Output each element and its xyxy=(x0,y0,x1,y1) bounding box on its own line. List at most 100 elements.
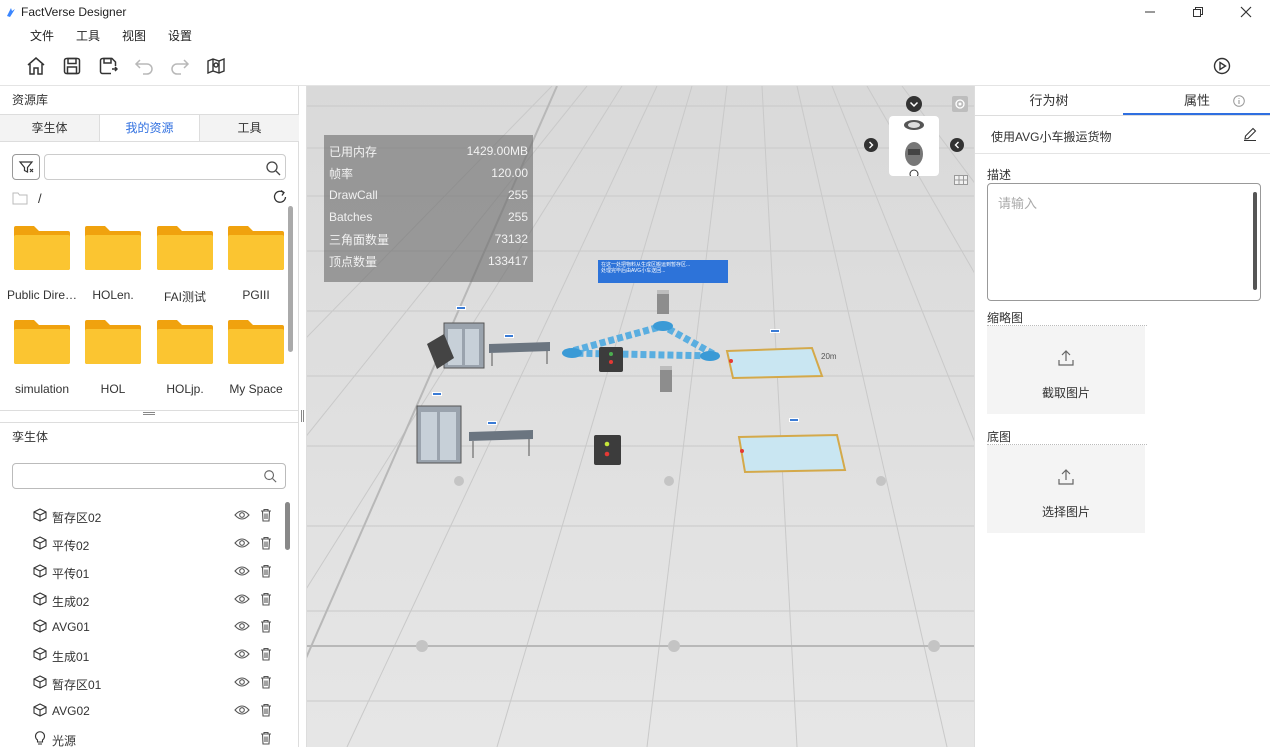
scene-viewport[interactable]: 20m 在这一处把物料从生成区搬运到暂存区... 处理完毕后由AVG小车送回..… xyxy=(307,86,974,747)
trash-icon[interactable] xyxy=(260,675,272,689)
eye-icon[interactable] xyxy=(234,676,250,688)
tab-behavior-tree[interactable]: 行为树 xyxy=(975,86,1123,115)
object-tag[interactable] xyxy=(770,329,780,333)
performance-stats: 已用内存 1429.00MB 帧率 120.00 DrawCall 255 Batch… xyxy=(324,135,533,282)
eye-icon[interactable] xyxy=(234,704,250,716)
close-button[interactable] xyxy=(1222,0,1270,24)
minimize-button[interactable] xyxy=(1126,0,1174,24)
resource-search-input[interactable] xyxy=(44,154,286,180)
map-button[interactable] xyxy=(204,54,228,78)
folder-item[interactable]: Public Dire… xyxy=(6,226,78,306)
app-logo-icon xyxy=(7,8,15,17)
minimize-icon xyxy=(1145,11,1155,13)
menu-file[interactable]: 文件 xyxy=(30,27,54,44)
splitter-grip[interactable] xyxy=(143,412,155,415)
twin-heading: 孪生体 xyxy=(0,422,299,450)
object-tag[interactable] xyxy=(789,418,799,422)
twin-scrollbar[interactable] xyxy=(285,502,290,550)
filter-button[interactable] xyxy=(12,154,40,180)
folder-item[interactable]: My Space xyxy=(220,320,292,400)
capture-image-button[interactable]: 截取图片 xyxy=(987,326,1145,414)
menu-tools[interactable]: 工具 xyxy=(76,27,100,44)
trash-icon[interactable] xyxy=(260,731,272,745)
trash-icon[interactable] xyxy=(260,564,272,578)
folder-name: simulation xyxy=(14,382,70,396)
tab-my-resources[interactable]: 我的资源 xyxy=(100,115,200,141)
trash-icon[interactable] xyxy=(260,647,272,661)
search-icon[interactable] xyxy=(263,469,277,483)
trash-icon[interactable] xyxy=(260,536,272,550)
textarea-scrollbar[interactable] xyxy=(1253,192,1257,290)
save-button[interactable] xyxy=(60,54,84,78)
trash-icon[interactable] xyxy=(260,619,272,633)
folder-item[interactable]: FAI测试 xyxy=(149,226,221,306)
folder-item[interactable]: HOLen. xyxy=(77,226,149,306)
horizontal-splitter[interactable] xyxy=(0,410,299,416)
splitter-grip[interactable] xyxy=(301,410,304,422)
play-button[interactable] xyxy=(1210,54,1234,78)
stat-label: Batches xyxy=(329,210,373,224)
save-as-icon xyxy=(99,57,118,74)
trash-icon[interactable] xyxy=(260,703,272,717)
eye-icon[interactable] xyxy=(234,620,250,632)
chevron-down-icon[interactable] xyxy=(906,96,922,112)
list-item[interactable]: 暂存区02 xyxy=(0,502,288,529)
list-item[interactable]: 平传01 xyxy=(0,558,288,585)
object-tag[interactable] xyxy=(432,392,442,396)
eye-icon[interactable] xyxy=(234,565,250,577)
folder-icon xyxy=(14,226,70,270)
right-tabs: 行为树 属性 xyxy=(975,86,1270,116)
list-item[interactable]: 生成02 xyxy=(0,586,288,613)
list-item[interactable]: 平传02 xyxy=(0,530,288,557)
search-icon[interactable] xyxy=(265,160,281,176)
head-orientation-icon xyxy=(904,120,924,179)
home-button[interactable] xyxy=(24,54,48,78)
list-item[interactable]: 生成01 xyxy=(0,641,288,668)
focus-icon[interactable] xyxy=(952,96,968,112)
trash-icon[interactable] xyxy=(260,592,272,606)
folder-item[interactable]: simulation xyxy=(6,320,78,400)
grid-view-icon[interactable] xyxy=(954,175,968,185)
eye-icon[interactable] xyxy=(234,593,250,605)
twin-search-input[interactable] xyxy=(12,463,286,489)
refresh-icon[interactable] xyxy=(272,189,288,205)
undo-button[interactable] xyxy=(132,54,156,78)
folder-item[interactable]: HOL xyxy=(77,320,149,400)
restore-button[interactable] xyxy=(1174,0,1222,24)
object-tag[interactable] xyxy=(504,334,514,338)
vertical-splitter[interactable] xyxy=(299,86,307,747)
eye-icon[interactable] xyxy=(234,537,250,549)
eye-icon[interactable] xyxy=(234,509,250,521)
folder-item[interactable]: HOLjp. xyxy=(149,320,221,400)
tab-properties[interactable]: 属性 xyxy=(1123,86,1270,115)
tab-tools[interactable]: 工具 xyxy=(200,115,299,141)
chevron-left-icon[interactable] xyxy=(950,138,964,152)
save-as-button[interactable] xyxy=(96,54,120,78)
trash-icon[interactable] xyxy=(260,508,272,522)
stat-value: 255 xyxy=(507,210,528,224)
resource-scrollbar[interactable] xyxy=(288,206,293,352)
folder-item[interactable]: PGIII xyxy=(220,226,292,306)
list-item[interactable]: AVG01 xyxy=(0,613,288,640)
stat-label: 三角面数量 xyxy=(329,232,390,247)
list-item[interactable]: 暂存区01 xyxy=(0,669,288,696)
redo-button[interactable] xyxy=(168,54,192,78)
resource-library-heading: 资源库 xyxy=(12,93,49,107)
object-tag[interactable] xyxy=(487,421,497,425)
tab-twins[interactable]: 孪生体 xyxy=(0,115,100,141)
menu-view[interactable]: 视图 xyxy=(122,27,146,44)
description-textarea[interactable]: 请输入 xyxy=(987,183,1261,301)
object-tag[interactable] xyxy=(456,306,466,310)
folder-name: HOLen. xyxy=(92,288,134,302)
list-item[interactable]: AVG02 xyxy=(0,697,288,724)
folder-name: HOL xyxy=(100,382,126,396)
edit-icon[interactable] xyxy=(1243,127,1257,141)
view-cube[interactable] xyxy=(889,116,939,179)
eye-icon[interactable] xyxy=(234,648,250,660)
stat-row: 三角面数量 73132 xyxy=(329,228,528,250)
select-image-button[interactable]: 选择图片 xyxy=(987,445,1145,533)
chevron-right-icon[interactable] xyxy=(864,138,878,152)
menu-settings[interactable]: 设置 xyxy=(168,27,192,44)
info-icon[interactable] xyxy=(1233,95,1245,107)
list-item[interactable]: 光源 xyxy=(0,725,288,747)
